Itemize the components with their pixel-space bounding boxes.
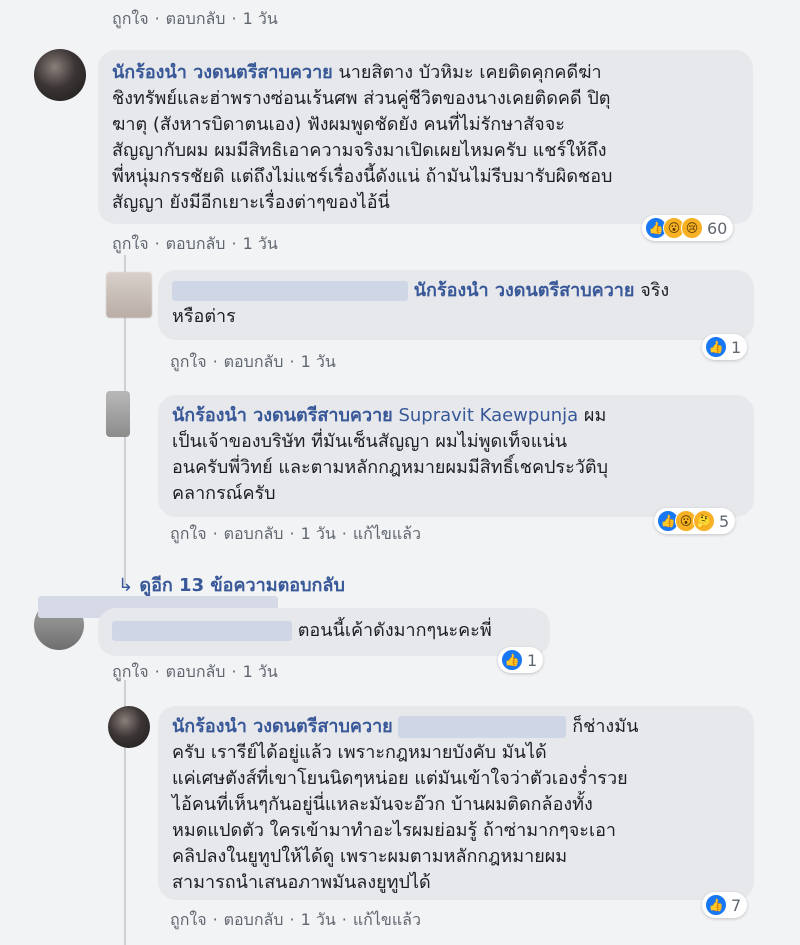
avatar[interactable] — [34, 49, 86, 101]
comment-line: คลากรณ์ครับ — [172, 483, 276, 504]
reaction-summary[interactable]: 👍 1 — [498, 647, 544, 673]
comment-line: ไอ้คนที่เห็นๆกันอยู่นี่แหละมันจะอ๊วก บ้า… — [172, 794, 593, 815]
edited-label[interactable]: แก้ไขแล้ว — [353, 524, 421, 543]
comment-line: หรือต่าร — [172, 306, 236, 327]
redacted-author — [172, 281, 408, 301]
timestamp[interactable]: 1 วัน — [301, 352, 336, 371]
like-link[interactable]: ถูกใจ — [112, 9, 149, 28]
reply-link[interactable]: ตอบกลับ — [166, 9, 226, 28]
reaction-count: 1 — [731, 337, 742, 357]
like-reaction-icon: 👍 — [501, 649, 523, 671]
redacted-mention — [398, 716, 567, 738]
comment-line: พี่หนุ่มกรรชัยดิ แต่ถึงไม่แชร์เรื่องนี้ด… — [112, 166, 613, 187]
reaction-summary[interactable]: 👍 1 — [702, 334, 748, 360]
comment-actions: ถูกใจ · ตอบกลับ · 1 วัน · แก้ไขแล้ว — [170, 524, 421, 543]
comment-line: คลิปลงในยูทูปให้ได้ดู เพราะผมตามหลักกฎหม… — [172, 846, 568, 867]
reaction-count: 5 — [719, 511, 730, 531]
comment-line: สัญญา ยังมีอีกเยาะเรื่องต่าๆของไอ้นี่ — [112, 192, 390, 213]
reaction-count: 7 — [731, 895, 742, 915]
like-reaction-icon: 👍 — [705, 336, 727, 358]
edited-label[interactable]: แก้ไขแล้ว — [353, 910, 421, 929]
comment-bubble: นักร้องนำ วงดนตรีสาบควาย Supravit Kaewpu… — [158, 395, 754, 517]
timestamp[interactable]: 1 วัน — [243, 234, 278, 253]
comment-line: เป็นเจ้าของบริษัท ที่มันเซ็นสัญญา ผมไม่พ… — [172, 431, 567, 452]
comment-author[interactable]: นักร้องนำ วงดนตรีสาบควาย — [112, 62, 333, 83]
reaction-count: 1 — [527, 650, 538, 670]
comment-line: แค่เศษตังส์ที่เขาโยนนิดๆหน่อย แต่มันเข้า… — [172, 768, 628, 789]
like-link[interactable]: ถูกใจ — [170, 910, 207, 929]
reply-link[interactable]: ตอบกลับ — [224, 524, 284, 543]
comment-line: อนครับพี่วิทย์ และตามหลักกฎหมายผมมีสิทธิ… — [172, 457, 608, 478]
thinking-reaction-icon: 🤔 — [693, 510, 715, 532]
comment-author[interactable]: นักร้องนำ วงดนตรีสาบควาย — [172, 716, 393, 737]
comment-line: ฆาตุ (สังหารบิดาตนเอง) ฟังผมพูดชัดยัง คน… — [112, 114, 565, 135]
reply-link[interactable]: ตอบกลับ — [224, 910, 284, 929]
comment-text: นักร้องนำ วงดนตรีสาบควาย นายสิตาง บัวหิม… — [112, 62, 602, 83]
comment-line: หมดแปดตัว ใครเข้ามาทำอะไรผมย่อมรู้ ถ้าซ่… — [172, 820, 617, 841]
mention-tag[interactable]: Supravit Kaewpunja — [398, 405, 578, 426]
reaction-summary[interactable]: 👍 7 — [702, 892, 748, 918]
like-link[interactable]: ถูกใจ — [112, 234, 149, 253]
comment-text: นักร้องนำ วงดนตรีสาบควาย Supravit Kaewpu… — [172, 405, 607, 426]
timestamp[interactable]: 1 วัน — [243, 662, 278, 681]
comment-actions: ถูกใจ · ตอบกลับ · 1 วัน — [170, 352, 336, 371]
comment-text: นักร้องนำ วงดนตรีสาบควาย จริง — [172, 278, 740, 304]
avatar[interactable] — [106, 272, 152, 318]
timestamp[interactable]: 1 วัน — [243, 9, 278, 28]
reaction-count: 60 — [707, 218, 728, 238]
timestamp[interactable]: 1 วัน — [301, 524, 336, 543]
comment-actions: ถูกใจ · ตอบกลับ · 1 วัน — [112, 234, 278, 253]
comment-line: ชิงทรัพย์และฮ่าพรางซ่อนเร้นศพ ส่วนคู่ชีว… — [112, 88, 611, 109]
comment-actions: ถูกใจ · ตอบกลับ · 1 วัน — [112, 662, 278, 681]
more-replies-link[interactable]: ↳ ดูอีก 13 ข้อความตอบกลับ — [118, 570, 345, 599]
redacted-author — [112, 621, 292, 641]
reaction-summary[interactable]: 👍 😮 😢 60 — [642, 215, 734, 241]
reply-arrow-icon: ↳ — [118, 575, 134, 596]
avatar[interactable] — [108, 706, 150, 748]
comment-actions: ถูกใจ · ตอบกลับ · 1 วัน · แก้ไขแล้ว — [170, 910, 421, 929]
like-link[interactable]: ถูกใจ — [170, 352, 207, 371]
comment-bubble: นักร้องนำ วงดนตรีสาบควาย นายสิตาง บัวหิม… — [98, 50, 753, 224]
reply-link[interactable]: ตอบกลับ — [224, 352, 284, 371]
comment-text: ตอนนี้เค้าดังมากๆนะคะพี่ — [112, 618, 536, 644]
comment-bubble: นักร้องนำ วงดนตรีสาบควาย ก็ช่างมัน ครับ … — [158, 706, 754, 900]
comment-line: สามารถนำเสนอภาพมันลงยูทูปได้ — [172, 872, 431, 893]
avatar[interactable] — [106, 391, 130, 437]
reaction-summary[interactable]: 👍 😮 🤔 5 — [654, 508, 736, 534]
comment-text: นักร้องนำ วงดนตรีสาบควาย ก็ช่างมัน — [172, 716, 639, 738]
timestamp[interactable]: 1 วัน — [301, 910, 336, 929]
like-reaction-icon: 👍 — [705, 894, 727, 916]
sad-reaction-icon: 😢 — [681, 217, 703, 239]
comment-author[interactable]: นักร้องนำ วงดนตรีสาบควาย — [172, 405, 393, 426]
reply-link[interactable]: ตอบกลับ — [166, 234, 226, 253]
mention-tag[interactable]: นักร้องนำ วงดนตรีสาบควาย — [414, 280, 635, 301]
comment-bubble: ตอนนี้เค้าดังมากๆนะคะพี่ — [98, 608, 550, 656]
like-link[interactable]: ถูกใจ — [170, 524, 207, 543]
comment-bubble: นักร้องนำ วงดนตรีสาบควาย จริง หรือต่าร — [158, 270, 754, 340]
like-link[interactable]: ถูกใจ — [112, 662, 149, 681]
comment-line: สัญญากับผม ผมมีสิทธิเอาความจริงมาเปิดเผย… — [112, 140, 607, 161]
comment-line: ครับ เรารีย์ได้อยู่แล้ว เพราะกฎหมายบังคั… — [172, 742, 547, 763]
reply-link[interactable]: ตอบกลับ — [166, 662, 226, 681]
comment-actions: ถูกใจ · ตอบกลับ · 1 วัน — [112, 9, 278, 28]
